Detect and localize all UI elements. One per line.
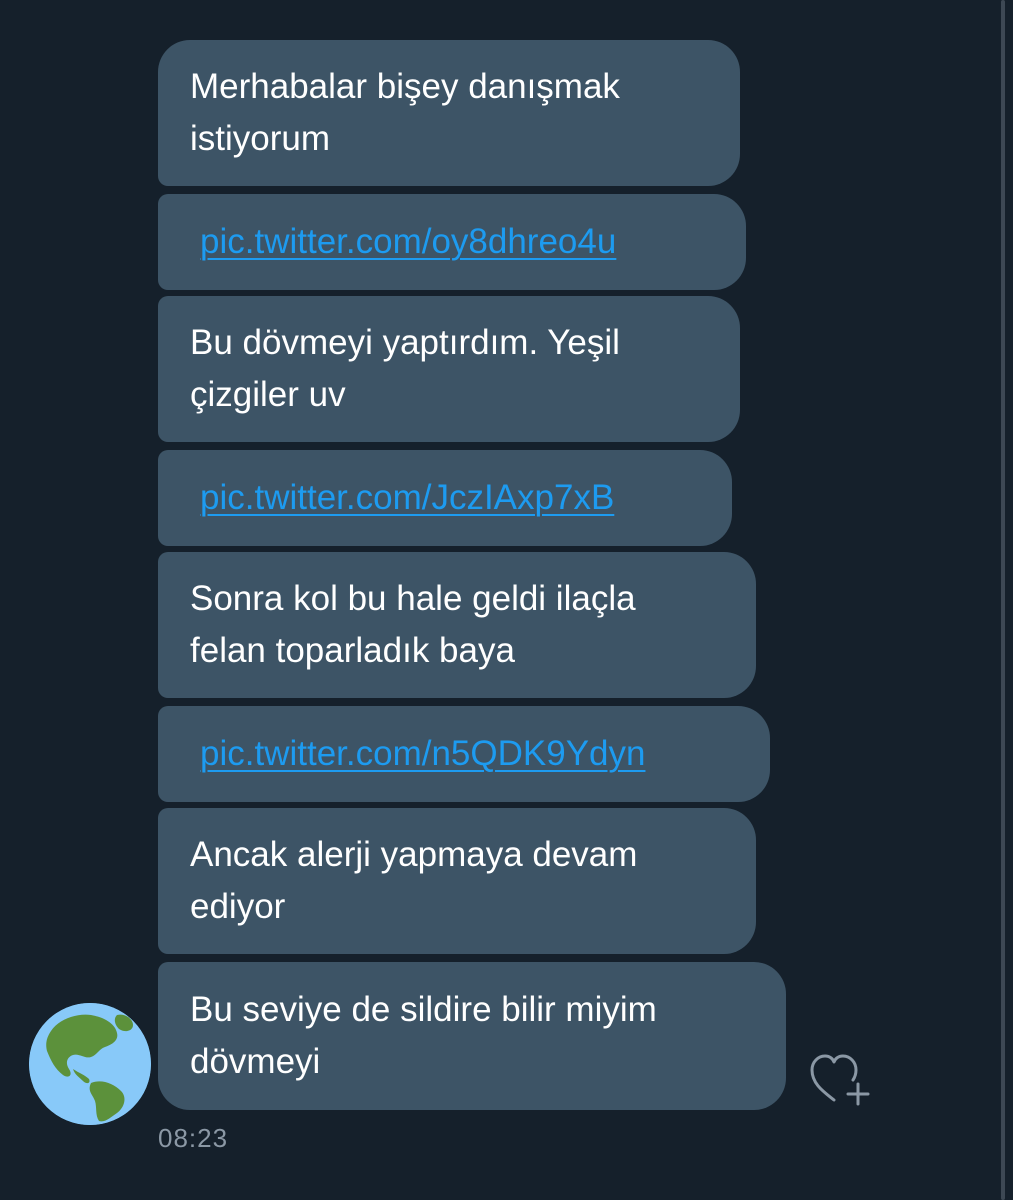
avatar[interactable] xyxy=(29,1003,151,1125)
message-text: Bu seviye de sildire bilir miyim dövmeyi xyxy=(190,990,657,1081)
message-text: Sonra kol bu hale geldi ilaçla felan top… xyxy=(190,579,636,670)
message-link[interactable]: pic.twitter.com/JczIAxp7xB xyxy=(190,472,614,524)
message-text: Merhabalar bişey danışmak istiyorum xyxy=(190,67,620,158)
message-bubble-link[interactable]: pic.twitter.com/n5QDK9Ydyn xyxy=(158,706,770,802)
message-bubble[interactable]: Bu seviye de sildire bilir miyim dövmeyi xyxy=(158,962,786,1110)
message-bubble-link[interactable]: pic.twitter.com/oy8dhreo4u xyxy=(158,194,746,290)
heart-add-icon[interactable] xyxy=(806,1050,874,1108)
message-timestamp: 08:23 xyxy=(158,1123,229,1153)
message-text: Ancak alerji yapmaya devam ediyor xyxy=(190,835,638,926)
scrollbar[interactable] xyxy=(1001,0,1005,1200)
message-text: Bu dövmeyi yaptırdım. Yeşil çizgiler uv xyxy=(190,323,620,414)
message-bubble[interactable]: Ancak alerji yapmaya devam ediyor xyxy=(158,808,756,954)
message-bubble-link[interactable]: pic.twitter.com/JczIAxp7xB xyxy=(158,450,732,546)
globe-americas-icon xyxy=(29,1003,151,1125)
message-link[interactable]: pic.twitter.com/oy8dhreo4u xyxy=(190,216,616,268)
message-bubble[interactable]: Bu dövmeyi yaptırdım. Yeşil çizgiler uv xyxy=(158,296,740,442)
message-bubble[interactable]: Sonra kol bu hale geldi ilaçla felan top… xyxy=(158,552,756,698)
message-link[interactable]: pic.twitter.com/n5QDK9Ydyn xyxy=(190,728,645,780)
message-bubble[interactable]: Merhabalar bişey danışmak istiyorum xyxy=(158,40,740,186)
